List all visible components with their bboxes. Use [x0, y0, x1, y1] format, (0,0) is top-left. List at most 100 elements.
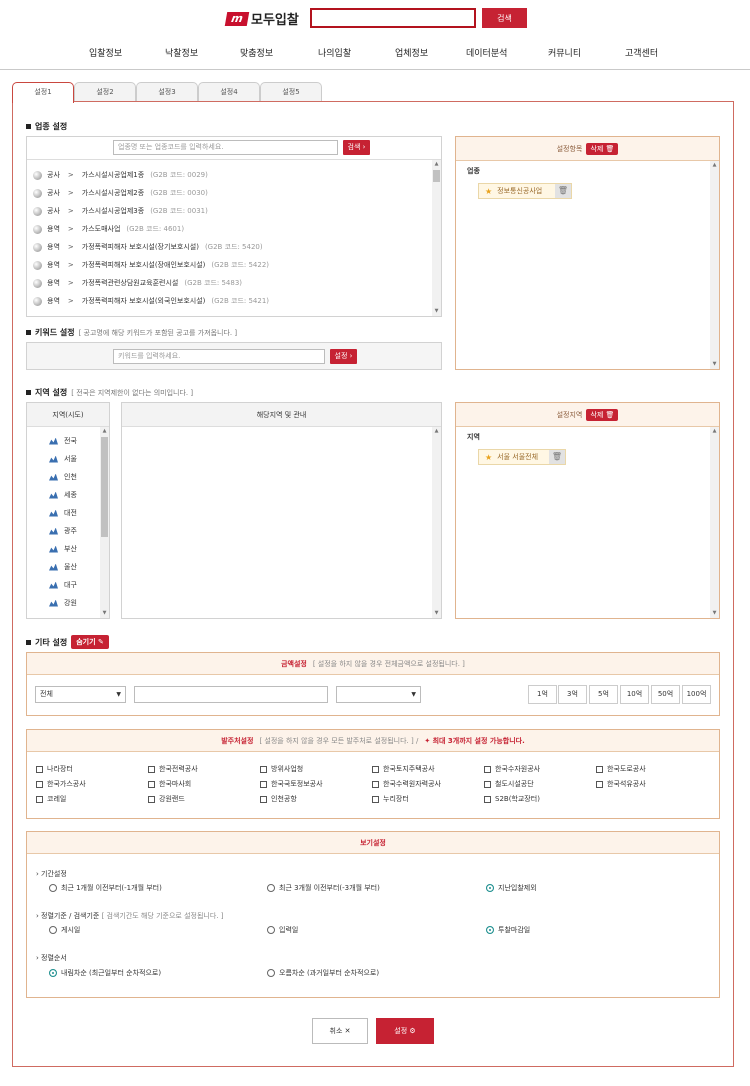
- industry-search-input[interactable]: 업종명 또는 업종코드를 입력하세요.: [113, 140, 338, 155]
- nav-item-data-analysis[interactable]: 데이터분석: [466, 46, 507, 59]
- region-item[interactable]: 대전: [49, 508, 77, 518]
- list-item[interactable]: 용역 > 가정폭력피해자 보호시설(장애인보호시설) (G2B 코드: 5422): [33, 258, 269, 272]
- region-selected-scrollbar[interactable]: ▲ ▼: [710, 427, 719, 618]
- orderer-checkbox[interactable]: 한국마사회: [148, 779, 191, 789]
- arrow-up-icon[interactable]: ▲: [432, 427, 441, 436]
- tab-setting-3[interactable]: 설정3: [136, 82, 198, 102]
- industry-list-scrollbar[interactable]: ▲ ▼: [432, 160, 441, 316]
- region-item[interactable]: 광주: [49, 526, 77, 536]
- orderer-checkbox[interactable]: 철도시설공단: [484, 779, 534, 789]
- selected-industry-chip[interactable]: ★ 정보통신공사업 🗑: [478, 183, 572, 199]
- save-settings-button[interactable]: 설정 ⚙: [376, 1018, 434, 1044]
- orderer-checkbox[interactable]: 한국석유공사: [596, 779, 646, 789]
- header-search-button[interactable]: 검색: [482, 8, 527, 28]
- region-item[interactable]: 전국: [49, 436, 77, 446]
- orderer-checkbox[interactable]: 한국수자원공사: [484, 764, 540, 774]
- nav-item-company-info[interactable]: 업체정보: [395, 46, 428, 59]
- orderer-checkbox[interactable]: 한국도로공사: [596, 764, 646, 774]
- region-item[interactable]: 부산: [49, 544, 77, 554]
- region-item[interactable]: 대구: [49, 580, 77, 590]
- orderer-checkbox[interactable]: 코레일: [36, 794, 66, 804]
- orderer-checkbox[interactable]: 인천공항: [260, 794, 297, 804]
- tab-setting-2[interactable]: 설정2: [74, 82, 136, 102]
- region-item[interactable]: 서울: [49, 454, 77, 464]
- selected-region-chip[interactable]: ★ 서울 서울전체 🗑: [478, 449, 566, 465]
- arrow-down-icon[interactable]: ▼: [710, 609, 719, 618]
- order-radio-desc[interactable]: 내림차순 (최근일부터 순차적으로): [49, 968, 161, 978]
- arrow-up-icon[interactable]: ▲: [710, 427, 719, 436]
- orderer-checkbox[interactable]: 한국국토정보공사: [260, 779, 323, 789]
- header-search-input[interactable]: [310, 8, 476, 28]
- amount-unit-select[interactable]: 전체 ▼: [35, 686, 126, 703]
- list-item[interactable]: 용역 > 가정폭력관련상담원교육훈련시설 (G2B 코드: 5483): [33, 276, 242, 290]
- arrow-down-icon[interactable]: ▼: [710, 360, 719, 369]
- keyword-set-button[interactable]: 설정 ›: [330, 349, 357, 364]
- industry-search-button[interactable]: 검색 ›: [343, 140, 370, 155]
- period-radio-3month[interactable]: 최근 3개월 이전부터(-3개월 부터): [267, 883, 380, 893]
- amount-100-button[interactable]: 100억: [682, 685, 711, 704]
- logo[interactable]: m 모두입찰: [224, 9, 299, 28]
- arrow-up-icon[interactable]: ▲: [100, 427, 109, 436]
- list-item[interactable]: 용역 > 가정폭력피해자 보호시설(장기보호시설) (G2B 코드: 5420): [33, 240, 263, 254]
- orderer-checkbox[interactable]: 한국전력공사: [148, 764, 198, 774]
- list-item[interactable]: 용역 > 가정폭력피해자 보호시설(외국인보호시설) (G2B 코드: 5421): [33, 294, 269, 308]
- arrow-up-icon[interactable]: ▲: [710, 161, 719, 170]
- orderer-checkbox[interactable]: 한국가스공사: [36, 779, 86, 789]
- industry-delete-button[interactable]: 삭제 🗑: [586, 142, 619, 155]
- subregion-scrollbar[interactable]: ▲ ▼: [432, 427, 441, 618]
- list-item[interactable]: 공사 > 가스시설시공업제1종 (G2B 코드: 0029): [33, 168, 208, 182]
- list-item[interactable]: 용역 > 가스도매사업 (G2B 코드: 4601): [33, 222, 184, 236]
- amount-3-button[interactable]: 3억: [558, 685, 587, 704]
- orderer-checkbox[interactable]: 한국토지주택공사: [372, 764, 435, 774]
- order-radio-asc[interactable]: 오름차순 (과거일부터 순차적으로): [267, 968, 379, 978]
- nav-item-customer-center[interactable]: 고객센터: [625, 46, 658, 59]
- tab-setting-1[interactable]: 설정1: [12, 82, 74, 103]
- industry-selected-scrollbar[interactable]: ▲ ▼: [710, 161, 719, 369]
- amount-10-button[interactable]: 10억: [620, 685, 649, 704]
- list-item[interactable]: 공사 > 가스시설시공업제2종 (G2B 코드: 0030): [33, 186, 208, 200]
- region-list-scrollbar[interactable]: ▲ ▼: [100, 427, 109, 618]
- amount-1-button[interactable]: 1억: [528, 685, 557, 704]
- arrow-down-icon[interactable]: ▼: [100, 609, 109, 618]
- orderer-checkbox[interactable]: 나라장터: [36, 764, 73, 774]
- orderer-checkbox[interactable]: S2B(학교장터): [484, 794, 540, 804]
- sortbase-radio-deadline[interactable]: 투찰마감일: [486, 925, 530, 935]
- arrow-up-icon[interactable]: ▲: [432, 160, 441, 169]
- arrow-down-icon[interactable]: ▼: [432, 307, 441, 316]
- scroll-thumb[interactable]: [101, 437, 108, 537]
- sortbase-radio-input-date[interactable]: 입력일: [267, 925, 298, 935]
- region-item[interactable]: 강원: [49, 598, 77, 608]
- nav-item-custom-info[interactable]: 맞춤정보: [240, 46, 273, 59]
- region-item[interactable]: 울산: [49, 562, 77, 572]
- nav-item-my-bid[interactable]: 나의입찰: [318, 46, 351, 59]
- period-radio-exclude-past[interactable]: 지난입찰제외: [486, 883, 537, 893]
- nav-item-bid-info[interactable]: 입찰정보: [89, 46, 122, 59]
- region-delete-button[interactable]: 삭제 🗑: [586, 408, 619, 421]
- list-item[interactable]: 공사 > 가스시설시공업제3종 (G2B 코드: 0031): [33, 204, 208, 218]
- nav-item-award-info[interactable]: 낙찰정보: [165, 46, 198, 59]
- keyword-input[interactable]: 키워드를 입력하세요.: [113, 349, 325, 364]
- scroll-thumb[interactable]: [433, 170, 440, 182]
- amount-range-select[interactable]: ▼: [336, 686, 421, 703]
- sortbase-radio-post-date[interactable]: 게시일: [49, 925, 80, 935]
- amount-50-button[interactable]: 50억: [651, 685, 680, 704]
- amount-5-button[interactable]: 5억: [589, 685, 618, 704]
- globe-icon: [33, 170, 42, 180]
- nav-item-community[interactable]: 커뮤니티: [548, 46, 581, 59]
- orderer-checkbox[interactable]: 강원랜드: [148, 794, 185, 804]
- trash-icon[interactable]: 🗑: [555, 184, 571, 198]
- orderer-checkbox[interactable]: 누리장터: [372, 794, 409, 804]
- region-item[interactable]: 인천: [49, 472, 77, 482]
- cancel-button[interactable]: 취소 ✕: [312, 1018, 368, 1044]
- period-radio-1month[interactable]: 최근 1개월 이전부터(-1개월 부터): [49, 883, 162, 893]
- amount-value-input[interactable]: [134, 686, 328, 703]
- trash-icon[interactable]: 🗑: [549, 450, 565, 464]
- etc-section-title: 기타 설정 숨기기 ✎: [26, 635, 109, 649]
- arrow-down-icon[interactable]: ▼: [432, 609, 441, 618]
- hide-button[interactable]: 숨기기 ✎: [71, 635, 109, 649]
- region-item[interactable]: 세종: [49, 490, 77, 500]
- orderer-checkbox[interactable]: 방위사업청: [260, 764, 303, 774]
- tab-setting-5[interactable]: 설정5: [260, 82, 322, 102]
- orderer-checkbox[interactable]: 한국수력원자력공사: [372, 779, 441, 789]
- tab-setting-4[interactable]: 설정4: [198, 82, 260, 102]
